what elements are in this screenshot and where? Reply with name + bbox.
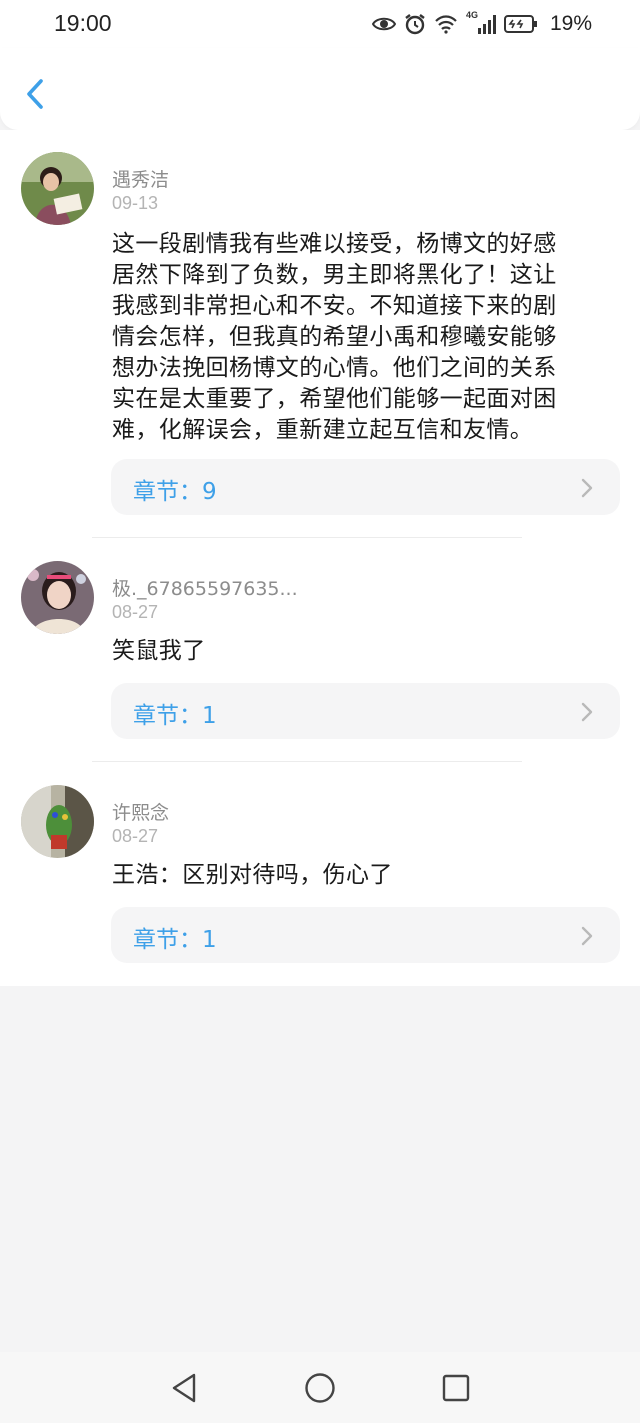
comment-date: 08-27 [112, 602, 159, 622]
chevron-right-icon [581, 702, 593, 722]
comment-text-line: 我感到非常担心和不安。不知道接下来的剧 [112, 293, 557, 319]
comment-username[interactable]: 遇秀洁 [112, 165, 169, 192]
chapter-label: 章节：9 [133, 479, 217, 505]
comment-text-line: 情会怎样，但我真的希望小禹和穆曦安能够 [112, 324, 557, 350]
battery-icon [503, 15, 537, 33]
chapter-link[interactable]: 章节：1 [111, 683, 620, 739]
nav-home-button[interactable] [303, 1371, 337, 1405]
chevron-right-icon [581, 478, 593, 498]
status-time: 19:00 [54, 10, 112, 36]
recents-square-icon [442, 1374, 470, 1401]
chapter-link[interactable]: 章节：9 [111, 459, 620, 515]
comment-text-line: 这一段剧情我有些难以接受，杨博文的好感 [112, 231, 557, 257]
comment-text: 这一段剧情我有些难以接受，杨博文的好感 居然下降到了负数，男主即将黑化了！这让 … [112, 229, 612, 446]
divider [92, 761, 522, 762]
nav-back-button[interactable] [167, 1371, 201, 1405]
wifi-icon [435, 15, 457, 34]
chevron-left-icon [27, 79, 43, 109]
chapter-link[interactable]: 章节：1 [111, 907, 620, 963]
comment-username[interactable]: 许熙念 [112, 798, 169, 825]
comment-text-line: 想办法挽回杨博文的心情。他们之间的关系 [112, 355, 557, 381]
comment-text-line: 王浩：区别对待吗，伤心了 [112, 862, 393, 888]
alarm-icon [405, 14, 425, 35]
home-circle-icon [305, 1372, 335, 1403]
status-icons: 4G 19% [371, 10, 592, 38]
eye-icon [371, 17, 396, 31]
signal-icon: 4G [466, 10, 496, 36]
back-triangle-icon [172, 1373, 196, 1402]
comment-date: 08-27 [112, 826, 159, 846]
comment-username[interactable]: 极._67865597635... [112, 574, 298, 601]
avatar[interactable] [21, 561, 94, 634]
system-navigation-bar [0, 1352, 640, 1423]
avatar[interactable] [21, 785, 94, 858]
comment-text: 笑鼠我了 [112, 636, 612, 667]
battery-percent: 19% [549, 12, 592, 35]
divider [92, 537, 522, 538]
comment-text-line: 实在是太重要了，希望他们能够一起面对困 [112, 386, 557, 412]
nav-recents-button[interactable] [439, 1371, 473, 1405]
comment-text-line: 难，化解误会，重新建立起互信和友情。 [112, 417, 534, 443]
comment-list: 遇秀洁 09-13 这一段剧情我有些难以接受，杨博文的好感 居然下降到了负数，男… [0, 130, 640, 986]
chapter-label: 章节：1 [133, 703, 217, 729]
comment-text-line: 居然下降到了负数，男主即将黑化了！这让 [112, 262, 557, 288]
comment-text: 王浩：区别对待吗，伤心了 [112, 860, 612, 891]
avatar[interactable] [21, 152, 94, 225]
back-button[interactable] [18, 74, 52, 114]
chapter-label: 章节：1 [133, 927, 217, 953]
chevron-right-icon [581, 926, 593, 946]
status-bar: 19:00 4G 19% [0, 0, 640, 48]
top-app-bar [0, 48, 640, 130]
comment-date: 09-13 [112, 193, 159, 213]
comment-text-line: 笑鼠我了 [112, 638, 206, 664]
